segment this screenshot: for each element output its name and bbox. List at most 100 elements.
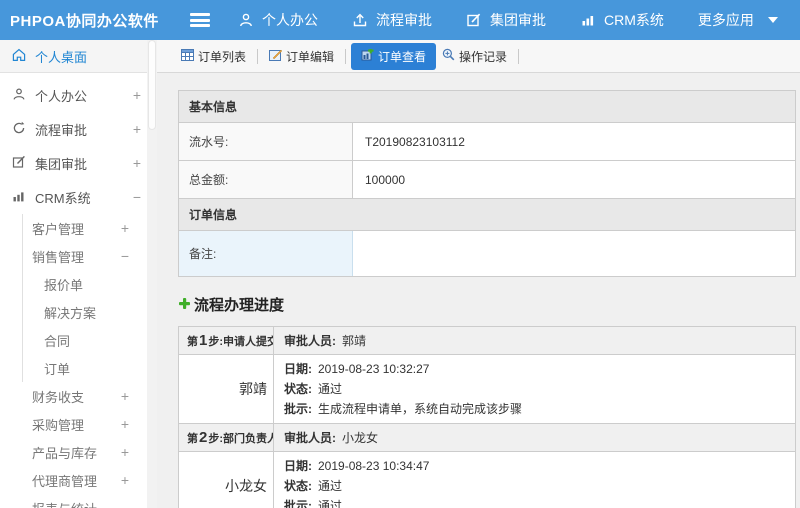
sidebar-item-label: 财务收支 — [32, 389, 85, 405]
field-label-serial: 流水号: — [179, 123, 353, 160]
nav-label: CRM系统 — [604, 12, 664, 28]
approver-label: 审批人员: — [284, 431, 336, 445]
comment-value: 生成流程申请单，系统自动完成该步骤 — [318, 402, 523, 416]
person-icon — [238, 12, 254, 28]
tab-label: 订单查看 — [378, 49, 427, 64]
expand-icon[interactable]: + — [121, 445, 129, 459]
workflow-icon — [352, 12, 368, 28]
status-value: 通过 — [318, 479, 343, 493]
tree-guide-line — [22, 214, 23, 382]
order-detail-table: 基本信息 流水号: T20190823103112 总金额: 100000 订单… — [178, 90, 796, 277]
sidebar-menu: 个人办公 + 流程审批 + 集团审批 + CRM系统 − 客户管理 + 销售管理… — [0, 73, 157, 508]
sidebar-item-agent-mgmt[interactable]: 代理商管理 + — [0, 466, 157, 494]
sidebar-scrollbar[interactable] — [147, 40, 157, 508]
comment-label: 批示: — [284, 499, 312, 508]
topnav-personal-office[interactable]: 个人办公 — [238, 10, 318, 30]
topnav-crm-system[interactable]: CRM系统 — [580, 10, 664, 30]
edit-icon — [12, 155, 26, 172]
home-icon — [12, 48, 26, 65]
status-label: 状态: — [284, 479, 312, 493]
sidebar-item-sales-mgmt[interactable]: 销售管理 − — [0, 242, 157, 270]
view-icon — [361, 47, 374, 64]
sidebar-item-contract[interactable]: 合同 — [0, 326, 157, 354]
detail-date-line: 日期: 2019-08-23 10:34:47 — [284, 456, 785, 476]
list-icon — [181, 48, 194, 64]
detail-status-line: 状态: 通过 — [284, 379, 785, 399]
hamburger-menu-icon[interactable] — [190, 13, 210, 27]
sidebar-item-label: 解决方案 — [44, 305, 97, 321]
expand-icon[interactable]: + — [133, 156, 141, 170]
tab-label: 订单列表 — [198, 49, 247, 64]
step-title: 步:部门负责人审批 — [208, 432, 273, 445]
sidebar-item-order[interactable]: 订单 — [0, 354, 157, 382]
topnav-workflow-approval[interactable]: 流程审批 — [352, 10, 432, 30]
section-title: 订单信息 — [189, 208, 238, 222]
sidebar-item-purchase-mgmt[interactable]: 采购管理 + — [0, 410, 157, 438]
sidebar-item-reports-stats[interactable]: 报表与统计 — [0, 494, 157, 508]
sidebar-item-desktop[interactable]: 个人桌面 — [0, 40, 157, 73]
sidebar-item-crm-system[interactable]: CRM系统 − — [0, 180, 157, 214]
approver-name-cell: 郭靖 — [179, 355, 274, 423]
expand-icon[interactable]: + — [121, 473, 129, 487]
person-icon — [12, 87, 26, 104]
sidebar-item-finance[interactable]: 财务收支 + — [0, 382, 157, 410]
process-step-detail: 郭靖 日期: 2019-08-23 10:32:27 状态: 通过 批示: 生成流程申… — [179, 355, 795, 424]
comment-label: 批示: — [284, 402, 312, 416]
expand-icon[interactable]: + — [121, 389, 129, 403]
sidebar-item-label: CRM系统 — [35, 190, 91, 206]
approver-name: 小龙女 — [342, 431, 379, 445]
topnav-group-approval[interactable]: 集团审批 — [466, 10, 546, 30]
nav-label: 更多应用 — [697, 12, 754, 28]
sidebar-item-solution[interactable]: 解决方案 — [0, 298, 157, 326]
step-prefix: 第 — [187, 432, 198, 445]
process-progress-table: 第1步:申请人提交申请 审批人员: 郭靖 郭靖 日期:2019-08-23 10… — [178, 326, 796, 508]
step-approver-cell: 审批人员: 郭靖 — [274, 327, 795, 354]
tab-label: 订单编辑 — [286, 49, 335, 64]
tab-divider — [257, 48, 259, 64]
sidebar-item-product-inventory[interactable]: 产品与库存 + — [0, 438, 157, 466]
comment-value: 通过 — [318, 499, 343, 508]
field-value-remark — [353, 231, 795, 276]
tab-order-edit[interactable]: 订单编辑 — [263, 44, 340, 69]
step-number: 2 — [199, 429, 208, 446]
sidebar-item-label: 合同 — [44, 333, 71, 349]
detail-comment-line: 批示: 通过 — [284, 496, 785, 508]
collapse-icon[interactable]: − — [133, 190, 141, 204]
expand-icon[interactable]: + — [121, 417, 129, 431]
tab-order-view[interactable]: 订单查看 — [351, 42, 437, 70]
expand-icon[interactable]: + — [133, 88, 141, 102]
table-row: 备注: — [179, 231, 795, 276]
step-title: 步:申请人提交申请 — [208, 335, 273, 348]
sidebar-item-label: 报价单 — [44, 277, 84, 293]
sidebar-item-label: 销售管理 — [32, 249, 85, 265]
tab-order-list[interactable]: 订单列表 — [175, 44, 252, 69]
sidebar-item-label: 采购管理 — [32, 417, 85, 433]
scrollbar-thumb[interactable] — [148, 40, 156, 130]
tab-bar: 订单列表 订单编辑 订单查看 操作记录 — [157, 40, 800, 73]
expand-icon[interactable]: + — [133, 122, 141, 136]
collapse-icon[interactable]: − — [121, 249, 129, 263]
step-detail-cell: 日期: 2019-08-23 10:34:47 状态: 通过 批示: 通过 — [274, 452, 795, 508]
sidebar-item-personal-office[interactable]: 个人办公 + — [0, 78, 157, 112]
sidebar-item-quotation[interactable]: 报价单 — [0, 270, 157, 298]
tab-operation-log[interactable]: 操作记录 — [436, 44, 513, 69]
topnav-more-apps[interactable]: 更多应用 — [698, 10, 778, 30]
section-title: 基本信息 — [189, 100, 238, 114]
sidebar-item-workflow-approval[interactable]: 流程审批 + — [0, 112, 157, 146]
refresh-icon — [12, 121, 26, 138]
table-row: 流水号: T20190823103112 — [179, 123, 795, 161]
process-step-detail: 小龙女 日期: 2019-08-23 10:34:47 状态: 通过 批示: 通过 — [179, 452, 795, 508]
sidebar-item-label: 订单 — [44, 361, 71, 377]
field-value-total: 100000 — [353, 161, 795, 198]
sidebar-item-label: 客户管理 — [32, 221, 85, 237]
tab-divider — [345, 48, 347, 64]
sidebar-item-customer-mgmt[interactable]: 客户管理 + — [0, 214, 157, 242]
sidebar-item-group-approval[interactable]: 集团审批 + — [0, 146, 157, 180]
status-value: 通过 — [318, 382, 343, 396]
date-value: 2019-08-23 10:34:47 — [318, 459, 430, 473]
tab-divider — [518, 48, 520, 64]
expand-icon[interactable]: + — [121, 221, 129, 235]
field-label-remark: 备注: — [179, 231, 353, 276]
approver-label: 审批人员: — [284, 334, 336, 348]
main-area: 订单列表 订单编辑 订单查看 操作记录 基本信息 流水号: T201908231… — [157, 40, 800, 508]
